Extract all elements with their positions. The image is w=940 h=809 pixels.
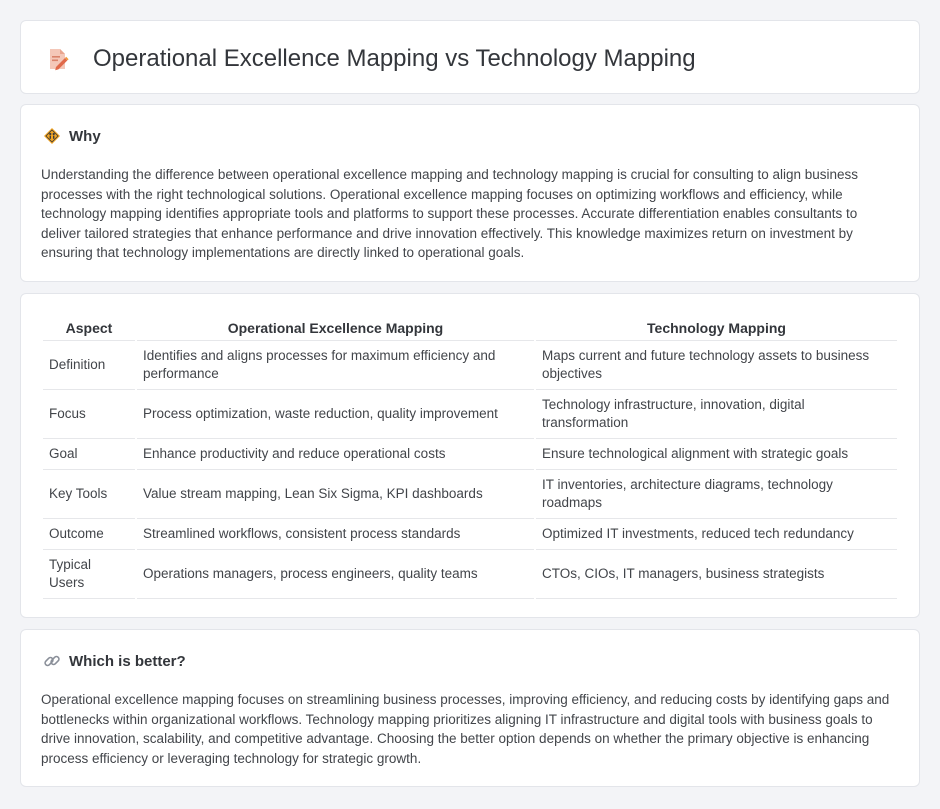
table-row: Focus Process optimization, waste reduct… xyxy=(43,390,897,439)
table-header-row: Aspect Operational Excellence Mapping Te… xyxy=(43,315,897,341)
header-operational: Operational Excellence Mapping xyxy=(137,315,534,341)
which-is-better-section: Which is better? Operational excellence … xyxy=(20,629,920,787)
row-aspect: Typical Users xyxy=(43,550,135,599)
row-aspect: Definition xyxy=(43,341,135,390)
row-technology: CTOs, CIOs, IT managers, business strate… xyxy=(536,550,897,599)
row-operational: Value stream mapping, Lean Six Sigma, KP… xyxy=(137,470,534,519)
table-row: Goal Enhance productivity and reduce ope… xyxy=(43,439,897,470)
row-technology: Technology infrastructure, innovation, d… xyxy=(536,390,897,439)
comparison-section: Aspect Operational Excellence Mapping Te… xyxy=(20,293,920,618)
row-technology: Maps current and future technology asset… xyxy=(536,341,897,390)
row-aspect: Key Tools xyxy=(43,470,135,519)
row-operational: Process optimization, waste reduction, q… xyxy=(137,390,534,439)
diamond-sign-icon xyxy=(43,127,61,145)
row-aspect: Focus xyxy=(43,390,135,439)
row-technology: Ensure technological alignment with stra… xyxy=(536,439,897,470)
table-row: Definition Identifies and aligns process… xyxy=(43,341,897,390)
page-title: Operational Excellence Mapping vs Techno… xyxy=(93,45,696,72)
row-operational: Streamlined workflows, consistent proces… xyxy=(137,519,534,550)
better-text: Operational excellence mapping focuses o… xyxy=(41,692,890,766)
row-operational: Enhance productivity and reduce operatio… xyxy=(137,439,534,470)
why-heading-text: Why xyxy=(69,127,101,145)
header-aspect: Aspect xyxy=(43,315,135,341)
why-heading: Why xyxy=(43,127,101,145)
row-technology: IT inventories, architecture diagrams, t… xyxy=(536,470,897,519)
title-card: Operational Excellence Mapping vs Techno… xyxy=(20,20,920,94)
table-row: Typical Users Operations managers, proce… xyxy=(43,550,897,599)
comparison-table: Aspect Operational Excellence Mapping Te… xyxy=(41,315,899,599)
table-row: Key Tools Value stream mapping, Lean Six… xyxy=(43,470,897,519)
better-heading: Which is better? xyxy=(43,652,186,670)
document-edit-icon xyxy=(47,47,69,71)
row-operational: Operations managers, process engineers, … xyxy=(137,550,534,599)
better-heading-text: Which is better? xyxy=(69,652,186,670)
row-technology: Optimized IT investments, reduced tech r… xyxy=(536,519,897,550)
row-operational: Identifies and aligns processes for maxi… xyxy=(137,341,534,390)
header-technology: Technology Mapping xyxy=(536,315,897,341)
why-text: Understanding the difference between ope… xyxy=(41,167,859,261)
table-row: Outcome Streamlined workflows, consisten… xyxy=(43,519,897,550)
link-icon xyxy=(43,652,61,670)
why-section: Why Understanding the difference between… xyxy=(20,104,920,282)
row-aspect: Outcome xyxy=(43,519,135,550)
row-aspect: Goal xyxy=(43,439,135,470)
